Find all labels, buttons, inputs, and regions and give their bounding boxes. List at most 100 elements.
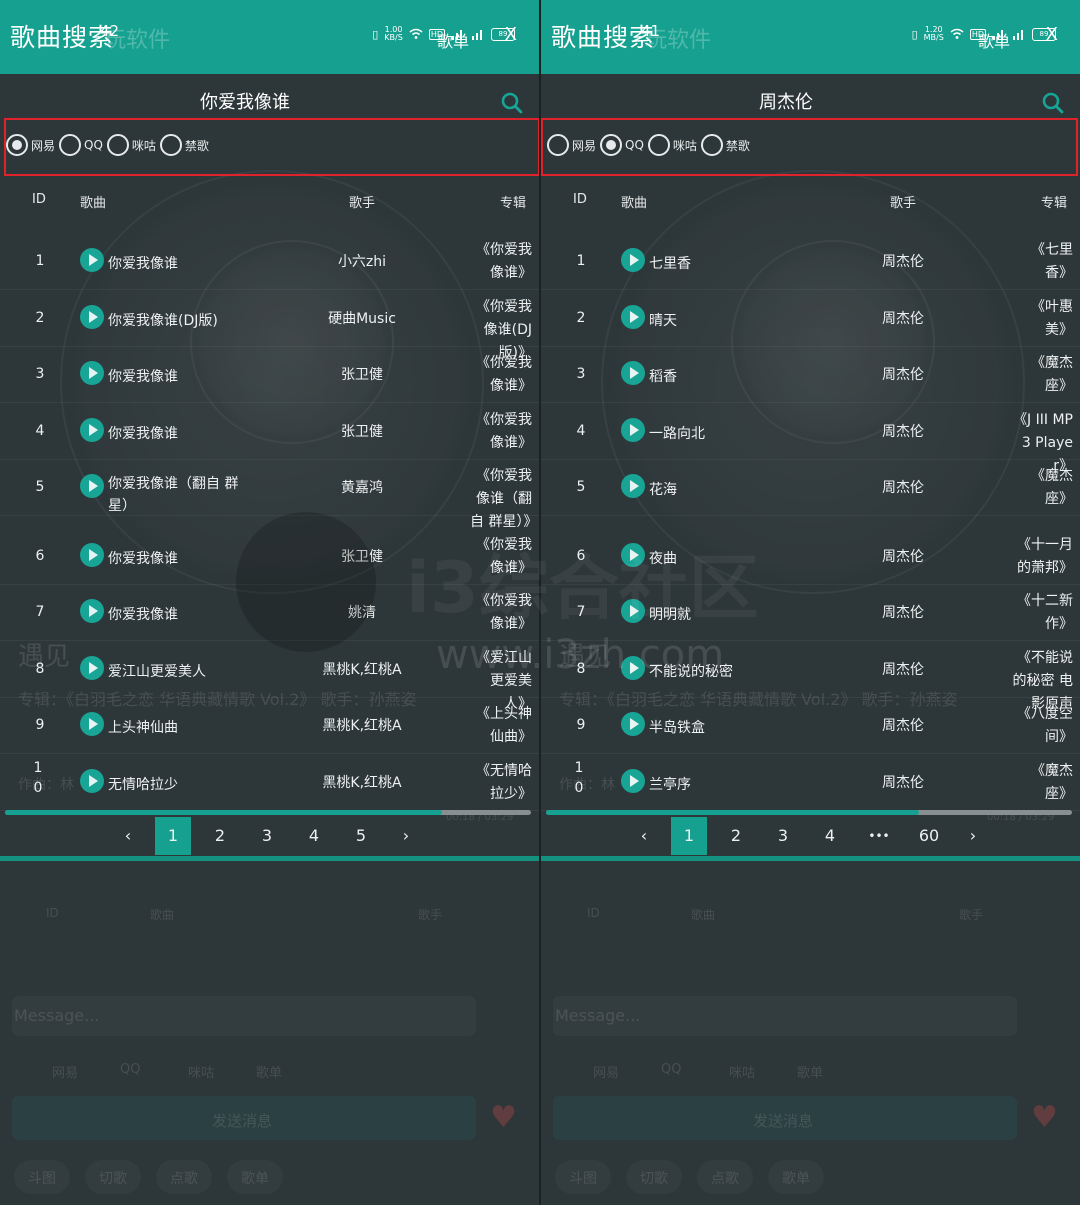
radio-label: 咪咕: [672, 138, 697, 153]
row-id: 2: [576, 310, 586, 326]
prev-page-button[interactable]: ‹: [626, 817, 662, 855]
table-row[interactable]: 4 一路向北 周杰伦 《J III MP3 Player》: [541, 403, 1080, 474]
close-icon[interactable]: X: [1046, 24, 1058, 45]
page-60[interactable]: 60: [911, 817, 947, 855]
table-row[interactable]: 4 你爱我像谁 张卫健 《你爱我像谁》: [0, 403, 539, 459]
radio-button[interactable]: [6, 134, 28, 156]
play-icon[interactable]: [621, 305, 645, 329]
radio-button[interactable]: [106, 134, 129, 156]
playlist-button[interactable]: 歌单: [978, 28, 1010, 52]
play-icon[interactable]: [621, 769, 645, 793]
table-row[interactable]: 5 花海 周杰伦 《魔杰座》: [541, 459, 1080, 515]
row-album: 《你爱我像谁》: [476, 537, 532, 576]
next-page-button[interactable]: ›: [388, 817, 424, 855]
page-2[interactable]: 2: [202, 817, 238, 855]
row-id: 6: [35, 548, 45, 564]
source-radio[interactable]: 网易: [6, 134, 57, 156]
source-radio[interactable]: QQ: [59, 134, 105, 156]
signal-icon: [472, 30, 482, 40]
play-icon[interactable]: [80, 543, 104, 567]
table-row[interactable]: 7 你爱我像谁 姚清 《你爱我像谁》: [0, 584, 539, 640]
play-icon[interactable]: [80, 418, 104, 442]
play-icon[interactable]: [80, 769, 104, 793]
page-2[interactable]: 2: [718, 817, 754, 855]
play-icon[interactable]: [621, 248, 645, 272]
row-song: 明明就: [649, 607, 691, 623]
ghost-heart-icon: ♥: [490, 1100, 517, 1135]
play-icon[interactable]: [80, 656, 104, 680]
play-icon[interactable]: [621, 599, 645, 623]
play-icon[interactable]: [80, 248, 104, 272]
row-album: 《你爱我像谁》: [476, 242, 532, 281]
close-icon[interactable]: X: [505, 24, 517, 45]
source-radio[interactable]: 咪咕: [106, 134, 158, 156]
table-row[interactable]: 2 你爱我像谁(DJ版) 硬曲Music 《你爱我像谁(DJ版)》: [0, 290, 539, 361]
play-icon[interactable]: [621, 656, 645, 680]
radio-button[interactable]: [159, 134, 182, 156]
search-input[interactable]: 你爱我像谁: [0, 88, 490, 114]
next-page-button[interactable]: ›: [955, 817, 991, 855]
page-4[interactable]: 4: [296, 817, 332, 855]
table-row[interactable]: 7 明明就 周杰伦 《十二新作》: [541, 584, 1080, 640]
scroll-progress[interactable]: [5, 810, 531, 815]
row-artist: 黑桃K,红桃A: [322, 775, 402, 791]
row-id: 7: [35, 604, 45, 620]
source-radio[interactable]: 禁歌: [159, 134, 211, 156]
play-icon[interactable]: [621, 418, 645, 442]
radio-button[interactable]: [700, 134, 723, 156]
source-radio[interactable]: 禁歌: [700, 134, 752, 156]
source-radio[interactable]: QQ: [600, 134, 646, 156]
row-album: 《魔杰座》: [1031, 468, 1073, 507]
table-row[interactable]: 9 半岛铁盒 周杰伦 《八度空间》: [541, 697, 1080, 753]
table-row[interactable]: 2 晴天 周杰伦 《叶惠美》: [541, 290, 1080, 346]
page-1[interactable]: 1: [671, 817, 707, 855]
scroll-progress[interactable]: [546, 810, 1072, 815]
page-5[interactable]: 5: [343, 817, 379, 855]
table-row[interactable]: 3 你爱我像谁 张卫健 《你爱我像谁》: [0, 346, 539, 402]
play-icon[interactable]: [80, 712, 104, 736]
source-radio[interactable]: 网易: [547, 134, 598, 156]
table-row[interactable]: 10 兰亭序 周杰伦 《魔杰座》: [541, 754, 1080, 810]
radio-label: QQ: [84, 138, 103, 152]
play-icon[interactable]: [80, 361, 104, 385]
table-row[interactable]: 1 七里香 周杰伦 《七里香》: [541, 233, 1080, 289]
table-row[interactable]: 6 夜曲 周杰伦 《十一月的萧邦》: [541, 528, 1080, 584]
page-3[interactable]: 3: [249, 817, 285, 855]
radio-button[interactable]: [59, 134, 82, 156]
column-header-album: 专辑: [1041, 196, 1068, 211]
search-icon[interactable]: [501, 92, 523, 114]
page-ellipsis[interactable]: •••: [861, 817, 897, 855]
play-icon[interactable]: [80, 474, 104, 498]
play-icon[interactable]: [621, 474, 645, 498]
prev-page-button[interactable]: ‹: [110, 817, 146, 855]
row-song: 不能说的秘密: [649, 664, 733, 680]
play-icon[interactable]: [80, 599, 104, 623]
ghost-radio-3: 歌单: [797, 1066, 824, 1081]
column-header-id: ID: [32, 192, 46, 207]
column-header-artist: 歌手: [890, 196, 917, 211]
table-row[interactable]: 8 爱江山更爱美人 黑桃K,红桃A 《爱江山更爱美人》: [0, 641, 539, 712]
page-3[interactable]: 3: [765, 817, 801, 855]
search-input[interactable]: 周杰伦: [541, 88, 1031, 114]
ghost-tab-1: 切歌: [99, 1171, 127, 1187]
table-row[interactable]: 5 你爱我像谁（翻自 群星） 黄嘉鸿 《你爱我像谁（翻自 群星）》: [0, 459, 539, 530]
table-row[interactable]: 1 你爱我像谁 小六zhi 《你爱我像谁》: [0, 233, 539, 289]
table-row[interactable]: 3 稻香 周杰伦 《魔杰座》: [541, 346, 1080, 402]
play-icon[interactable]: [80, 305, 104, 329]
page-1[interactable]: 1: [155, 817, 191, 855]
play-icon[interactable]: [621, 543, 645, 567]
table-row[interactable]: 9 上头神仙曲 黑桃K,红桃A 《上头神仙曲》: [0, 697, 539, 753]
radio-button[interactable]: [647, 134, 670, 156]
table-row[interactable]: 10 无情哈拉少 黑桃K,红桃A 《无情哈拉少》: [0, 754, 539, 810]
play-icon[interactable]: [621, 712, 645, 736]
source-radio[interactable]: 咪咕: [647, 134, 699, 156]
radio-button[interactable]: [600, 134, 623, 156]
playlist-button[interactable]: 歌单: [437, 28, 469, 52]
table-row[interactable]: 6 你爱我像谁 张卫健 《你爱我像谁》: [0, 528, 539, 584]
radio-button[interactable]: [547, 134, 569, 156]
source-selector: 网易 QQ 咪咕 禁歌: [6, 130, 213, 160]
table-row[interactable]: 8不能说的秘密周杰伦《不能说的秘密 电影原声带》: [541, 641, 1080, 712]
page-4[interactable]: 4: [812, 817, 848, 855]
play-icon[interactable]: [621, 361, 645, 385]
search-icon[interactable]: [1042, 92, 1064, 114]
